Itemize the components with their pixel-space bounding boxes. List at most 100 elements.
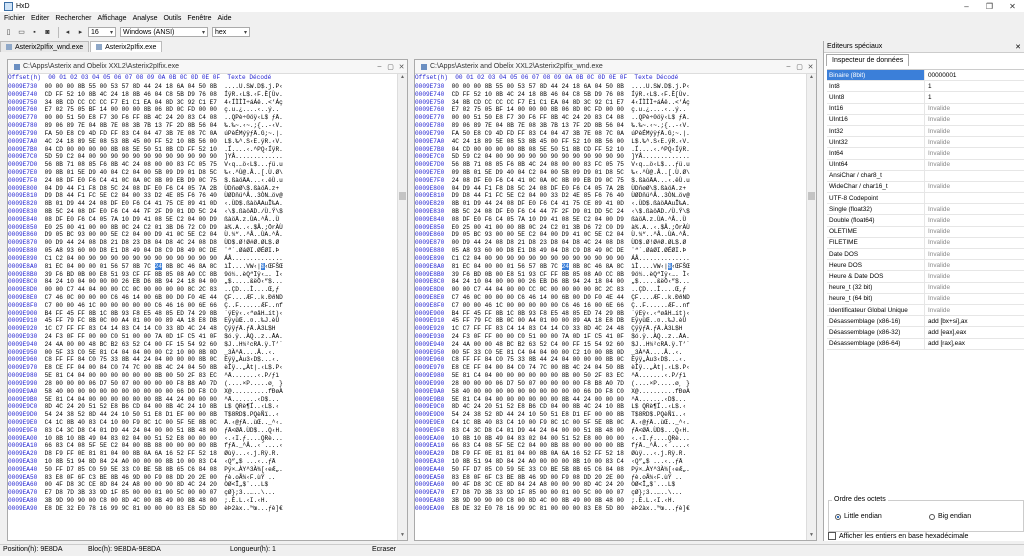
hex-row[interactable]: 0009E8D0 00 00 C7 44 04 00 00 CC 0C 00 0… [415,286,807,294]
hex-byte[interactable]: 01 [155,489,162,496]
hex-byte[interactable]: A0 [122,458,129,465]
hex-byte[interactable]: 2F [562,208,569,215]
hex-byte[interactable]: 08 [485,161,492,168]
hex-byte[interactable]: 00 [606,435,613,442]
hex-row[interactable]: 0009E7E0 09 8B 01 5E D9 40 04 C2 04 00 5… [8,169,398,177]
hex-byte[interactable]: E0 [155,185,162,192]
hex-byte[interactable]: 00 [529,388,536,395]
hex-row[interactable]: 0009E9F0 83 C4 3C D8 C4 01 D9 44 24 04 0… [415,427,807,435]
hex-byte[interactable]: 18 [166,83,173,90]
hex-byte[interactable]: 00 [474,83,481,90]
hex-byte[interactable]: E8 [562,411,569,418]
hex-byte[interactable]: 7C [133,364,140,371]
hex-byte[interactable]: 90 [210,153,217,160]
hex-byte[interactable]: 00 [133,489,140,496]
hex-byte[interactable]: 00 [551,302,558,309]
hex-byte[interactable]: 18 [67,138,74,145]
hex-byte[interactable]: 24 [210,208,217,215]
hex-byte[interactable]: 90 [551,153,558,160]
hex-byte[interactable]: 04 [529,442,536,449]
hex-byte[interactable]: 00 [89,271,96,278]
hex-byte[interactable]: FF [485,325,492,332]
hex-row[interactable]: 0009E910 45 FF 79 FC 8B 0C 00 A4 01 00 0… [8,317,398,325]
hex-byte[interactable]: 04 [606,278,613,285]
hex-byte[interactable]: C0 [155,325,162,332]
hex-byte[interactable]: 08 [573,474,580,481]
hex-byte[interactable]: 84 [111,481,118,488]
hex-byte[interactable]: 8D [166,106,173,113]
hex-byte[interactable]: 0C [199,247,206,254]
hex-byte[interactable]: 33 [144,192,151,199]
hex-byte[interactable]: DF [67,177,74,184]
inspector-value[interactable]: Invalide [925,116,950,123]
hex-byte[interactable]: F6 [507,161,514,168]
hex-byte[interactable]: 8B [155,364,162,371]
hex-byte[interactable]: 00 [56,380,63,387]
hex-byte[interactable]: 6A [562,450,569,457]
hex-byte[interactable]: 33 [111,356,118,363]
hex-byte[interactable]: 04 [540,231,547,238]
decoded-text[interactable]: ÙD$.Ø!Ø#Ø.ØL$.Ø [224,239,279,246]
hex-byte[interactable]: 00 [496,388,503,395]
hex-byte[interactable]: 00 [584,356,591,363]
hex-byte[interactable]: FF [78,333,85,340]
hex-byte[interactable]: FF [56,356,63,363]
hex-byte[interactable]: C4 [584,185,591,192]
hex-byte[interactable]: DF [56,216,63,223]
hex-byte[interactable]: 00 [45,83,52,90]
hex-byte[interactable]: 30 [111,114,118,121]
decoded-text[interactable]: Ç..F......ÆF..nf [631,302,690,309]
hex-byte[interactable]: F9 [133,419,140,426]
hex-byte[interactable]: 08 [199,239,206,246]
decoded-text[interactable]: Èÿÿ„Àu3‹D$...‹. [224,356,279,363]
hex-byte[interactable]: CD [133,403,140,410]
decoded-text[interactable]: ....U.SW.D$.j.P‹ [224,83,283,90]
hex-byte[interactable]: 50 [485,114,492,121]
hex-byte[interactable]: 0C [606,247,613,254]
hex-byte[interactable]: DF [496,208,503,215]
hex-byte[interactable]: EB [177,177,184,184]
hex-row[interactable]: 0009E920 1C C7 FF FF 83 C4 14 83 C4 14 C… [8,325,398,333]
hex-byte[interactable]: 00 [463,302,470,309]
decoded-text[interactable]: X@..........fÐøÀ [224,388,283,395]
hex-byte[interactable]: 5C [199,208,206,215]
hex-byte[interactable]: C4 [496,427,503,434]
hex-byte[interactable]: 39 [452,271,459,278]
hex-byte[interactable]: 57 [122,83,129,90]
inspector-value[interactable]: Invalide [925,128,950,135]
hex-byte[interactable]: 24 [133,161,140,168]
decoded-text[interactable]: ƒè.oÃ¾‹F.ùÝ .. [631,474,682,481]
hex-byte[interactable]: 24 [584,396,591,403]
hex-byte[interactable]: 46 [595,263,602,270]
hex-byte[interactable]: 50 [606,364,613,371]
decoded-text[interactable]: ƒè.oÃ¾‹F.ùÝ .. [224,474,275,481]
hex-byte[interactable]: 00 [166,427,173,434]
hex-byte[interactable]: 8B [144,106,151,113]
decoded-text[interactable]: ‹ŒFŠŒ [672,263,690,270]
hex-byte[interactable]: 89 [595,200,602,207]
hex-byte[interactable]: A8 [133,481,140,488]
hex-byte[interactable]: 90 [540,255,547,262]
hex-byte[interactable]: 5E [89,349,96,356]
hex-byte[interactable]: 00 [210,474,217,481]
hex-byte[interactable]: 14 [540,294,547,301]
hex-byte[interactable]: 4C [595,325,602,332]
hex-byte[interactable]: 00 [45,481,52,488]
hex-byte[interactable]: 83 [89,325,96,332]
hex-byte[interactable]: C4 [507,419,514,426]
hex-byte[interactable]: 74 [529,364,536,371]
hex-byte[interactable]: 4C [452,138,459,145]
hex-byte[interactable]: 5C [210,169,217,176]
hex-byte[interactable]: 3C [177,99,184,106]
hex-byte[interactable]: D9 [177,169,184,176]
hex-byte[interactable]: 18 [188,278,195,285]
hex-byte[interactable]: 00 [111,302,118,309]
hex-byte[interactable]: C4 [122,208,129,215]
hex-byte[interactable]: CC [496,99,503,106]
hex-byte[interactable]: 5E [89,138,96,145]
hex-byte[interactable]: 46 [529,294,536,301]
hex-byte[interactable]: 00 [89,364,96,371]
menu-aide[interactable]: Aide [218,15,232,22]
inspector-value[interactable]: add [rax],eax [925,340,965,347]
hex-byte[interactable]: 04 [188,216,195,223]
